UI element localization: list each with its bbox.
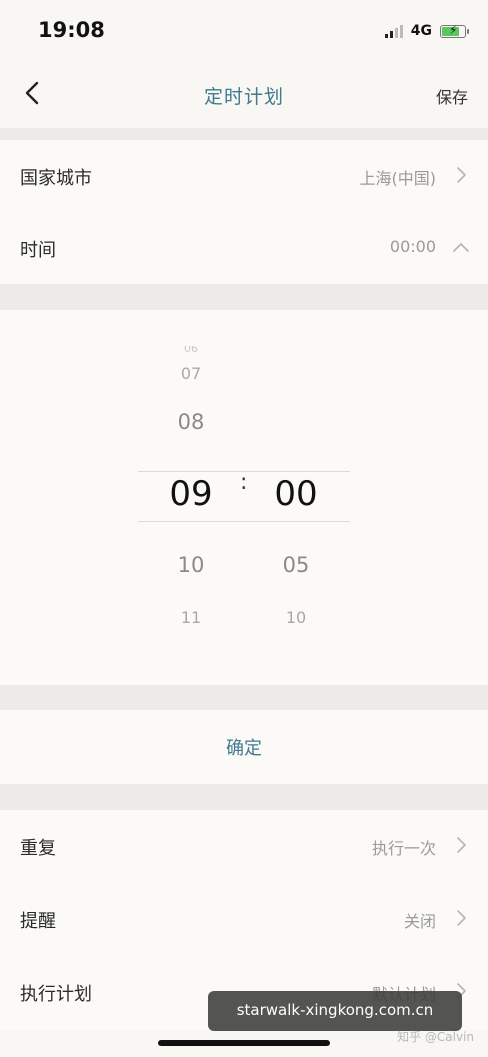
time-separator: : (240, 470, 248, 495)
row-value: 上海(中国) (359, 169, 437, 188)
row-label: 重复 (20, 838, 56, 859)
chevron-right-icon (457, 910, 466, 926)
watermark-text: starwalk-xingkong.com.cn (236, 1001, 434, 1019)
row-value: 00:00 (389, 237, 436, 256)
confirm-button[interactable]: 确定 (0, 734, 488, 760)
section-divider (0, 784, 488, 810)
chevron-right-icon (457, 837, 466, 853)
time-row[interactable]: 时间 00:00 (0, 212, 488, 284)
minute-selected[interactable]: 00 (256, 474, 336, 514)
page-title: 定时计划 (203, 86, 284, 108)
time-picker[interactable]: 06 07 08 09 : 00 10 05 11 10 (0, 310, 488, 685)
credit-text: 知乎 @Calvin (397, 1030, 474, 1044)
hour-option[interactable]: 07 (151, 364, 231, 383)
confirm-card: 确定 (0, 710, 488, 784)
hour-selected[interactable]: 09 (151, 474, 231, 514)
save-button[interactable]: 保存 (436, 84, 468, 108)
status-bar: 19:08 4G ⚡ (0, 0, 488, 60)
row-label: 时间 (20, 240, 56, 261)
network-type: 4G (410, 23, 432, 39)
selection-line (138, 521, 350, 522)
watermark-banner: starwalk-xingkong.com.cn (208, 991, 462, 1031)
row-label: 提醒 (20, 911, 56, 932)
chevron-up-icon (453, 243, 469, 252)
signal-icon (384, 24, 403, 38)
country-city-row[interactable]: 国家城市 上海(中国) (0, 140, 488, 212)
chevron-right-icon (457, 167, 466, 183)
status-time: 19:08 (38, 18, 105, 42)
row-value: 关闭 (403, 912, 436, 931)
location-time-card: 国家城市 上海(中国) 时间 00:00 (0, 140, 488, 284)
section-divider (0, 284, 488, 310)
home-indicator (158, 1040, 330, 1046)
hour-option[interactable]: 08 (151, 410, 231, 434)
row-value: 执行一次 (371, 839, 436, 858)
status-indicators: 4G ⚡ (384, 20, 469, 42)
repeat-row[interactable]: 重复 执行一次 (0, 810, 488, 882)
minute-option[interactable]: 05 (256, 553, 336, 577)
hour-option[interactable]: 11 (151, 608, 231, 624)
hour-option[interactable]: 10 (151, 553, 231, 577)
row-label: 执行计划 (20, 984, 92, 1005)
hour-option-faded: 06 (151, 346, 231, 352)
reminder-row[interactable]: 提醒 关闭 (0, 883, 488, 955)
section-divider (0, 128, 488, 140)
navigation-bar: 定时计划 保存 (0, 60, 488, 128)
minute-option[interactable]: 10 (256, 608, 336, 624)
section-divider (0, 685, 488, 710)
battery-icon: ⚡ (440, 23, 469, 38)
row-label: 国家城市 (20, 168, 92, 189)
